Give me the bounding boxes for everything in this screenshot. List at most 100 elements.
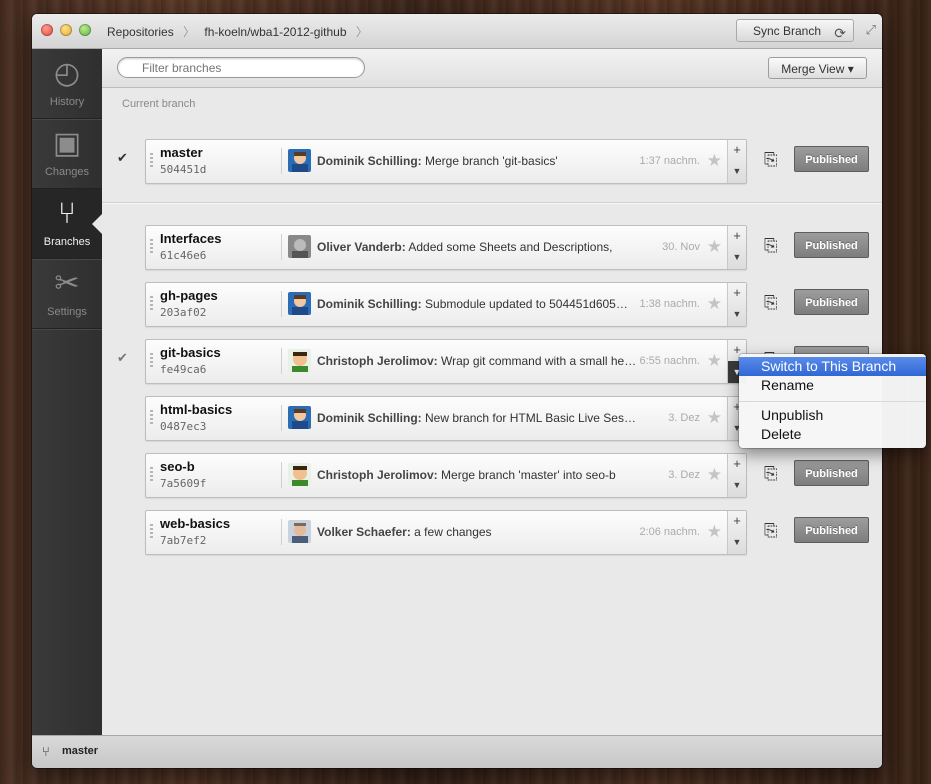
- branches-icon: ⑂: [58, 197, 76, 230]
- branch-name: Interfaces: [160, 231, 222, 246]
- publish-icon[interactable]: ⎘: [764, 293, 778, 313]
- chevron-down-icon[interactable]: ▼: [728, 166, 746, 176]
- sidebar-item-history[interactable]: ◴ History: [32, 49, 102, 119]
- published-button[interactable]: Published: [794, 289, 869, 315]
- commit-time: 3. Dez: [668, 412, 700, 424]
- avatar: [288, 520, 311, 543]
- plus-icon[interactable]: +: [728, 513, 746, 528]
- branch-card[interactable]: master 504451d Dominik Schilling: Merge …: [145, 139, 747, 184]
- publish-icon[interactable]: ⎘: [764, 236, 778, 256]
- commit-message: Dominik Schilling: New branch for HTML B…: [317, 411, 637, 425]
- star-icon[interactable]: ★: [707, 351, 722, 371]
- fullscreen-icon[interactable]: ⤢: [866, 22, 876, 38]
- branch-card[interactable]: web-basics 7ab7ef2 Volker Schaefer: a fe…: [145, 510, 747, 555]
- drag-handle[interactable]: [150, 353, 153, 369]
- branch-actions: + ▼: [727, 140, 746, 183]
- commit-time: 2:06 nachm.: [639, 526, 700, 538]
- star-icon[interactable]: ★: [707, 465, 722, 485]
- branch-row: Interfaces 61c46e6 Oliver Vanderb: Added…: [102, 225, 882, 271]
- star-icon[interactable]: ★: [707, 522, 722, 542]
- chevron-down-icon[interactable]: ▼: [728, 309, 746, 319]
- publish-icon[interactable]: ⎘: [764, 521, 778, 541]
- commit-time: 6:55 nachm.: [639, 355, 700, 367]
- commit-message: Christoph Jerolimov: Wrap git command wi…: [317, 354, 637, 368]
- sidebar-item-label: Changes: [44, 166, 90, 178]
- plus-icon[interactable]: +: [728, 456, 746, 471]
- branch-name: html-basics: [160, 402, 233, 417]
- commit-text: Wrap git command with a small he…: [441, 354, 637, 368]
- commit-hash: 0487ec3: [160, 420, 207, 433]
- chevron-down-icon: ▾: [847, 62, 854, 76]
- filter-branches-input[interactable]: [117, 57, 365, 78]
- sync-icon: ⟳: [834, 25, 846, 41]
- plus-icon[interactable]: +: [728, 142, 746, 157]
- current-branch-status: master: [62, 745, 99, 757]
- branch-card[interactable]: git-basics fe49ca6 Christoph Jerolimov: …: [145, 339, 747, 384]
- drag-handle[interactable]: [150, 524, 153, 540]
- menu-item-rename[interactable]: Rename: [739, 376, 926, 395]
- divider: [281, 405, 282, 431]
- sidebar-item-settings[interactable]: ✂ Settings: [32, 259, 102, 329]
- drag-handle[interactable]: [150, 410, 153, 426]
- chevron-down-icon[interactable]: ▼: [728, 480, 746, 490]
- branch-row: web-basics 7ab7ef2 Volker Schaefer: a fe…: [102, 510, 882, 556]
- commit-hash: 7ab7ef2: [160, 534, 207, 547]
- divider: [281, 148, 282, 174]
- plus-icon[interactable]: +: [728, 285, 746, 300]
- branch-card[interactable]: Interfaces 61c46e6 Oliver Vanderb: Added…: [145, 225, 747, 270]
- commit-text: New branch for HTML Basic Live Session: [425, 411, 637, 425]
- commit-hash: 504451d: [160, 163, 207, 176]
- commit-message: Volker Schaefer: a few changes: [317, 525, 637, 539]
- sync-branch-button[interactable]: Sync Branch ⟳: [736, 19, 854, 42]
- menu-item-switch-branch[interactable]: Switch to This Branch: [739, 357, 926, 376]
- star-icon[interactable]: ★: [707, 408, 722, 428]
- drag-handle[interactable]: [150, 239, 153, 255]
- history-icon: ◴: [53, 57, 81, 90]
- changes-icon: ▣: [52, 127, 82, 160]
- commit-message: Dominik Schilling: Submodule updated to …: [317, 297, 637, 311]
- status-bar: ⑂ master: [32, 735, 882, 768]
- avatar: [288, 149, 311, 172]
- chevron-down-icon[interactable]: ▼: [728, 252, 746, 262]
- published-button[interactable]: Published: [794, 146, 869, 172]
- current-branch-heading: Current branch: [122, 98, 196, 110]
- settings-icon: ✂: [54, 267, 80, 300]
- star-icon[interactable]: ★: [707, 294, 722, 314]
- drag-handle[interactable]: [150, 153, 153, 169]
- drag-handle[interactable]: [150, 467, 153, 483]
- chevron-down-icon[interactable]: ▼: [728, 537, 746, 547]
- commit-time: 30. Nov: [662, 241, 700, 253]
- toolbar: ⚲ Merge View ▾: [102, 49, 882, 88]
- sidebar-item-branches[interactable]: ⑂ Branches: [32, 189, 102, 259]
- minimize-window-button[interactable]: [60, 24, 72, 36]
- menu-item-unpublish[interactable]: Unpublish: [739, 406, 926, 425]
- drag-handle[interactable]: [150, 296, 153, 312]
- branch-actions: + ▼: [727, 511, 746, 554]
- published-button[interactable]: Published: [794, 460, 869, 486]
- commit-time: 3. Dez: [668, 469, 700, 481]
- published-button[interactable]: Published: [794, 232, 869, 258]
- breadcrumb-repositories[interactable]: Repositories: [107, 25, 174, 39]
- breadcrumb-repository[interactable]: fh-koeln/wba1-2012-github: [204, 25, 346, 39]
- merge-view-button[interactable]: Merge View ▾: [768, 57, 867, 79]
- star-icon[interactable]: ★: [707, 151, 722, 171]
- close-window-button[interactable]: [41, 24, 53, 36]
- breadcrumb: Repositories 〉 fh-koeln/wba1-2012-github…: [107, 23, 374, 40]
- branch-card[interactable]: gh-pages 203af02 Dominik Schilling: Subm…: [145, 282, 747, 327]
- publish-icon[interactable]: ⎘: [764, 464, 778, 484]
- merge-view-label: Merge View: [781, 62, 845, 76]
- branch-card[interactable]: seo-b 7a5609f Christoph Jerolimov: Merge…: [145, 453, 747, 498]
- branch-context-menu: Switch to This Branch Rename Unpublish D…: [739, 354, 926, 448]
- plus-icon[interactable]: +: [728, 228, 746, 243]
- commit-message: Christoph Jerolimov: Merge branch 'maste…: [317, 468, 637, 482]
- zoom-window-button[interactable]: [79, 24, 91, 36]
- branch-row: seo-b 7a5609f Christoph Jerolimov: Merge…: [102, 453, 882, 499]
- published-button[interactable]: Published: [794, 517, 869, 543]
- branch-name: master: [160, 145, 203, 160]
- star-icon[interactable]: ★: [707, 237, 722, 257]
- sidebar-item-changes[interactable]: ▣ Changes: [32, 119, 102, 189]
- menu-item-delete[interactable]: Delete: [739, 425, 926, 444]
- publish-icon[interactable]: ⎘: [764, 150, 778, 170]
- branch-card[interactable]: html-basics 0487ec3 Dominik Schilling: N…: [145, 396, 747, 441]
- commit-message: Dominik Schilling: Merge branch 'git-bas…: [317, 154, 637, 168]
